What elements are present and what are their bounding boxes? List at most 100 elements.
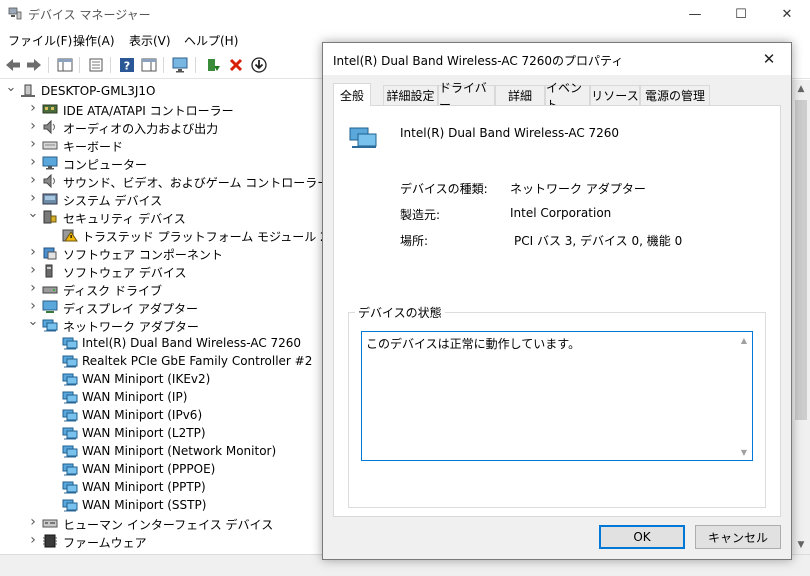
tab-power-management[interactable]: 電源の管理: [640, 85, 710, 105]
tab-advanced[interactable]: 詳細設定: [383, 85, 438, 105]
dialog-close-button[interactable]: ✕: [747, 43, 791, 75]
system-device-icon: [42, 193, 58, 205]
tree-item-wan-pptp[interactable]: WAN Miniport (PPTP): [0, 478, 322, 496]
chevron-down-icon[interactable]: ⌄: [28, 314, 39, 329]
hid-device-icon: [42, 519, 58, 528]
chevron-right-icon[interactable]: ›: [28, 190, 38, 206]
tree-item-label: コンピューター: [63, 158, 148, 172]
chevron-right-icon[interactable]: ›: [28, 280, 38, 296]
tree-item-label: ファームウェア: [63, 536, 147, 550]
minimize-button[interactable]: —: [672, 0, 718, 28]
tree-item-software-components[interactable]: › ソフトウェア コンポーネント: [0, 244, 322, 262]
tree-item-wan-sstp[interactable]: WAN Miniport (SSTP): [0, 496, 322, 514]
action-pane-button[interactable]: [139, 55, 159, 75]
status-textbox-scrollbar[interactable]: ▲ ▼: [736, 332, 752, 460]
network-adapter-icon: [62, 355, 78, 368]
scroll-up-arrow-icon[interactable]: ▲: [736, 332, 752, 348]
menu-action[interactable]: 操作(A): [73, 32, 115, 49]
network-adapter-icon: [62, 337, 78, 350]
tree-item-wan-network-monitor[interactable]: WAN Miniport (Network Monitor): [0, 442, 322, 460]
tree-item-tpm[interactable]: トラステッド プラットフォーム モジュール 2.0: [0, 226, 322, 244]
tree-item-software-devices[interactable]: › ソフトウェア デバイス: [0, 262, 322, 280]
monitor-icon: [42, 156, 58, 170]
tree-item-wan-ipv6[interactable]: WAN Miniport (IPv6): [0, 406, 322, 424]
chevron-right-icon[interactable]: ›: [28, 154, 38, 170]
back-button[interactable]: [3, 55, 23, 75]
menu-file[interactable]: ファイル(F): [8, 32, 72, 49]
forward-button[interactable]: [24, 55, 44, 75]
tree-item-network-adapters[interactable]: ⌄ ネットワーク アダプター: [0, 314, 322, 335]
toolbar-separator: [79, 57, 80, 73]
tree-item-keyboard[interactable]: › キーボード: [0, 136, 322, 154]
device-status-text: このデバイスは正常に動作しています。: [366, 337, 581, 351]
chevron-down-icon[interactable]: ⌄: [28, 206, 39, 221]
chevron-right-icon[interactable]: ›: [28, 172, 38, 188]
tree-root-computer[interactable]: ⌄ DESKTOP-GML3J1O: [0, 80, 322, 100]
chevron-right-icon[interactable]: ›: [28, 100, 38, 116]
maximize-button[interactable]: ☐: [718, 0, 764, 28]
tree-item-label: WAN Miniport (IPv6): [82, 408, 203, 422]
chevron-right-icon[interactable]: ›: [28, 514, 38, 530]
tree-item-sound-video-game[interactable]: › サウンド、ビデオ、およびゲーム コントローラー: [0, 172, 322, 190]
svg-text:?: ?: [124, 60, 130, 73]
tree-item-wan-pppoe[interactable]: WAN Miniport (PPPOE): [0, 460, 322, 478]
disable-device-button[interactable]: [249, 55, 269, 75]
help-button[interactable]: ?: [117, 55, 137, 75]
tree-item-label: Intel(R) Dual Band Wireless-AC 7260: [82, 336, 302, 350]
help-icon: ?: [120, 58, 134, 73]
menu-help[interactable]: ヘルプ(H): [184, 32, 238, 49]
device-status-textbox[interactable]: このデバイスは正常に動作しています。 ▲ ▼: [361, 331, 753, 461]
scan-hardware-button[interactable]: [171, 55, 191, 75]
scrollbar-thumb[interactable]: [795, 100, 807, 420]
chevron-right-icon[interactable]: ›: [28, 262, 38, 278]
update-driver-button[interactable]: [203, 55, 223, 75]
tree-item-label: WAN Miniport (Network Monitor): [82, 444, 277, 458]
tab-driver[interactable]: ドライバー: [438, 81, 495, 112]
tree-item-firmware[interactable]: › ファームウェア: [0, 532, 322, 550]
manufacturer-value: Intel Corporation: [510, 206, 612, 220]
cancel-button[interactable]: キャンセル: [695, 525, 781, 549]
menu-view[interactable]: 表示(V): [129, 32, 171, 49]
tree-item-wan-l2tp[interactable]: WAN Miniport (L2TP): [0, 424, 322, 442]
tree-item-wan-ip[interactable]: WAN Miniport (IP): [0, 388, 322, 406]
close-button[interactable]: ✕: [764, 0, 810, 28]
uninstall-device-button[interactable]: [226, 55, 246, 75]
tree-item-label: ヒューマン インターフェイス デバイス: [63, 518, 274, 532]
tree-item-security-devices[interactable]: ⌄ セキュリティ デバイス: [0, 206, 322, 227]
tree-item-computer[interactable]: › コンピューター: [0, 154, 322, 172]
tree-item-audio-io[interactable]: › オーディオの入力および出力: [0, 118, 322, 136]
chevron-right-icon[interactable]: ›: [28, 532, 38, 548]
scroll-down-arrow-icon[interactable]: ▼: [736, 444, 752, 460]
tree-item-wan-ikev2[interactable]: WAN Miniport (IKEv2): [0, 370, 322, 388]
tree-item-ide-ata-atapi[interactable]: › IDE ATA/ATAPI コントローラー: [0, 100, 322, 118]
chevron-right-icon[interactable]: ›: [28, 298, 38, 314]
chevron-down-icon[interactable]: ⌄: [6, 80, 17, 95]
chevron-right-icon[interactable]: ›: [28, 244, 38, 260]
properties-button[interactable]: [86, 55, 106, 75]
tree-item-system-devices[interactable]: › システム デバイス: [0, 190, 322, 208]
network-adapter-icon: [62, 373, 78, 386]
tree-item-label: トラステッド プラットフォーム モジュール 2.0: [82, 230, 322, 244]
tree-item-label: WAN Miniport (PPPOE): [82, 462, 216, 476]
scroll-up-arrow-icon[interactable]: ▲: [792, 82, 810, 96]
dialog-title-bar: Intel(R) Dual Band Wireless-AC 7260のプロパテ…: [323, 43, 791, 75]
toolbar-separator: [48, 57, 49, 73]
tree-item-realtek-gbe[interactable]: Realtek PCIe GbE Family Controller #2: [0, 352, 322, 370]
properties-icon: [89, 58, 103, 72]
tab-events[interactable]: イベント: [545, 81, 590, 112]
chevron-right-icon[interactable]: ›: [28, 118, 38, 134]
tree-item-disk-drives[interactable]: › ディスク ドライブ: [0, 280, 322, 298]
ok-button[interactable]: OK: [599, 525, 685, 549]
device-type-label: デバイスの種類:: [400, 182, 488, 196]
tab-general[interactable]: 全般: [333, 83, 371, 106]
scroll-down-arrow-icon[interactable]: ▼: [792, 538, 810, 552]
tree-item-hid[interactable]: › ヒューマン インターフェイス デバイス: [0, 514, 322, 532]
tab-resources[interactable]: リソース: [590, 85, 640, 105]
tree-item-intel-wireless[interactable]: Intel(R) Dual Band Wireless-AC 7260: [0, 334, 322, 352]
network-adapter-icon: [62, 391, 78, 404]
show-hide-console-tree-button[interactable]: [55, 55, 75, 75]
tab-details[interactable]: 詳細: [495, 85, 545, 105]
tree-scrollbar[interactable]: ▲ ▼: [792, 80, 810, 554]
chevron-right-icon[interactable]: ›: [28, 136, 38, 152]
tree-item-display-adapters[interactable]: › ディスプレイ アダプター: [0, 298, 322, 316]
